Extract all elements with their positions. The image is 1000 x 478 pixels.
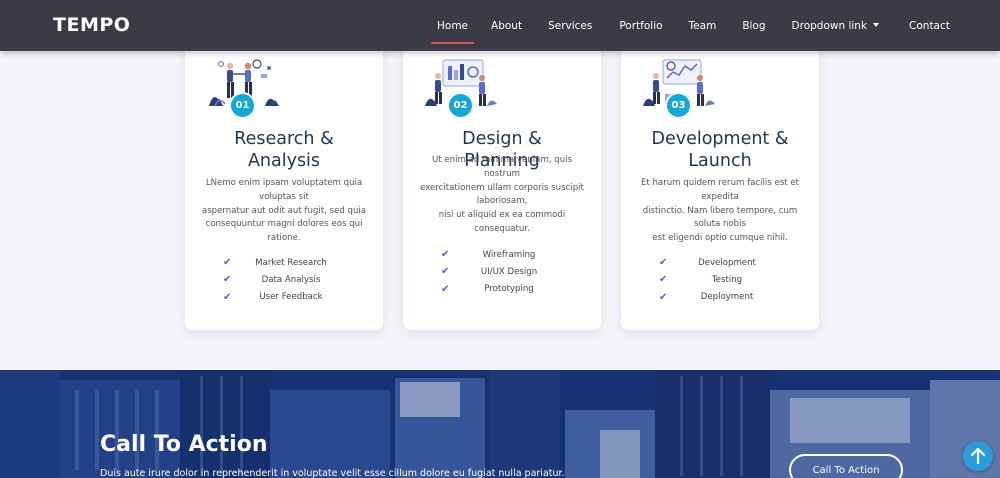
step-badge: 02 <box>447 92 474 119</box>
card-text-line: nisi ut aliquid ex ea commodi <box>438 210 566 221</box>
nav-links: Home About Services Portfolio Team Blog … <box>430 0 950 51</box>
card-text-line: distinctio. Nam libero tempore, cum <box>642 205 798 216</box>
brand-logo[interactable]: TEMPO <box>53 14 130 36</box>
list-item: ✔ Testing <box>621 271 819 288</box>
nav-contact[interactable]: Contact <box>909 20 950 32</box>
cta-title: Call To Action <box>100 432 268 457</box>
card-text-line: soluta nobis <box>694 219 746 230</box>
card-text-line: nostrum <box>484 168 520 179</box>
card-text-line: consequatur. <box>474 223 530 234</box>
nav-dropdown[interactable]: Dropdown link <box>792 20 880 32</box>
card-text-line: laboriosam, <box>476 196 528 207</box>
nav-team[interactable]: Team <box>689 20 717 32</box>
check-icon: ✔ <box>441 249 450 261</box>
cta-text: Duis aute irure dolor in reprehenderit i… <box>100 468 565 478</box>
nav-services[interactable]: Services <box>548 20 592 32</box>
list-item: ✔ Deployment <box>621 289 819 306</box>
cta-section: Call To Action Duis aute irure dolor in … <box>0 370 1000 478</box>
feature-label: Deployment <box>700 292 754 303</box>
feature-list: ✔ Development ✔ Testing ✔ Deployment <box>621 254 819 306</box>
navbar: TEMPO Home About Services Portfolio Team… <box>0 0 1000 51</box>
step-badge: 01 <box>229 92 256 119</box>
nav-about[interactable]: About <box>491 20 522 32</box>
card-text-line: est eligendi optio cumque nihil. <box>652 233 788 244</box>
caret-down-icon <box>873 22 880 27</box>
nav-dropdown-label: Dropdown link <box>791 19 868 32</box>
check-icon: ✔ <box>659 274 668 286</box>
card-description: Ut enim ad minima veniam, quis nostrum e… <box>403 154 601 237</box>
feature-label: Market Research <box>255 257 327 268</box>
feature-label: Wireframing <box>482 249 536 260</box>
card-title-line2: Analysis <box>247 151 321 171</box>
check-icon: ✔ <box>441 283 450 295</box>
feature-list: ✔ Market Research ✔ Data Analysis ✔ User Fe… <box>185 254 383 306</box>
card-title: Development & Launch <box>621 128 819 172</box>
feature-label: Data Analysis <box>261 274 321 285</box>
card-text-line: aspernatur aut odit aut fugit, sed quia <box>201 205 367 216</box>
card-text-line: consequuntur magni dolores eos qui <box>205 219 363 230</box>
nav-blog[interactable]: Blog <box>742 20 765 32</box>
feature-label: Development <box>698 257 756 268</box>
step-badge: 03 <box>665 92 692 119</box>
service-card-1: 01 Research & Analysis LNemo enim ipsam … <box>185 40 383 330</box>
card-title-line2: Launch <box>688 151 752 171</box>
card-title-line1: Research & <box>234 129 334 149</box>
card-description: LNemo enim ipsam voluptatem quia volupta… <box>185 177 383 246</box>
card-text-line: Ut enim ad minima veniam, quis <box>431 155 573 165</box>
list-item: ✔ UI/UX Design <box>403 263 601 280</box>
check-icon: ✔ <box>223 274 232 286</box>
card-text-line: exercitationem ullam corporis suscipit <box>420 182 584 193</box>
cta-button[interactable]: Call To Action <box>789 454 903 478</box>
feature-label: Prototyping <box>484 284 534 295</box>
service-card-3: 03 Development & Launch Et harum quidem … <box>621 40 819 330</box>
feature-label: UI/UX Design <box>480 266 538 277</box>
card-text-line: voluptas sit <box>259 191 309 202</box>
card-description: Et harum quidem rerum facilis est et exp… <box>621 177 819 246</box>
list-item: ✔ Data Analysis <box>185 271 383 288</box>
check-icon: ✔ <box>441 266 450 278</box>
service-card-2: 02 Design & Planning Ut enim ad minima v… <box>403 40 601 330</box>
list-item: ✔ Market Research <box>185 254 383 271</box>
check-icon: ✔ <box>223 291 232 303</box>
card-title-line1: Development & <box>651 129 789 149</box>
arrow-up-icon <box>971 448 985 464</box>
card-text-line: LNemo enim ipsam voluptatem quia <box>205 178 363 188</box>
card-text-line: Et harum quidem rerum facilis est et <box>640 178 800 188</box>
list-item: ✔ Wireframing <box>403 246 601 263</box>
list-item: ✔ Prototyping <box>403 281 601 298</box>
feature-list: ✔ Wireframing ✔ UI/UX Design ✔ Prototyping <box>403 246 601 298</box>
nav-home[interactable]: Home <box>430 20 475 44</box>
feature-label: Testing <box>711 274 743 285</box>
check-icon: ✔ <box>223 257 232 269</box>
feature-label: User Feedback <box>259 292 323 303</box>
list-item: ✔ Development <box>621 254 819 271</box>
list-item: ✔ User Feedback <box>185 289 383 306</box>
nav-portfolio[interactable]: Portfolio <box>619 20 662 32</box>
back-to-top-button[interactable] <box>963 441 993 471</box>
card-text-line: expedita <box>701 191 739 202</box>
card-text-line: ratione. <box>267 233 301 244</box>
check-icon: ✔ <box>659 257 668 269</box>
check-icon: ✔ <box>659 291 668 303</box>
card-title: Research & Analysis <box>185 128 383 172</box>
